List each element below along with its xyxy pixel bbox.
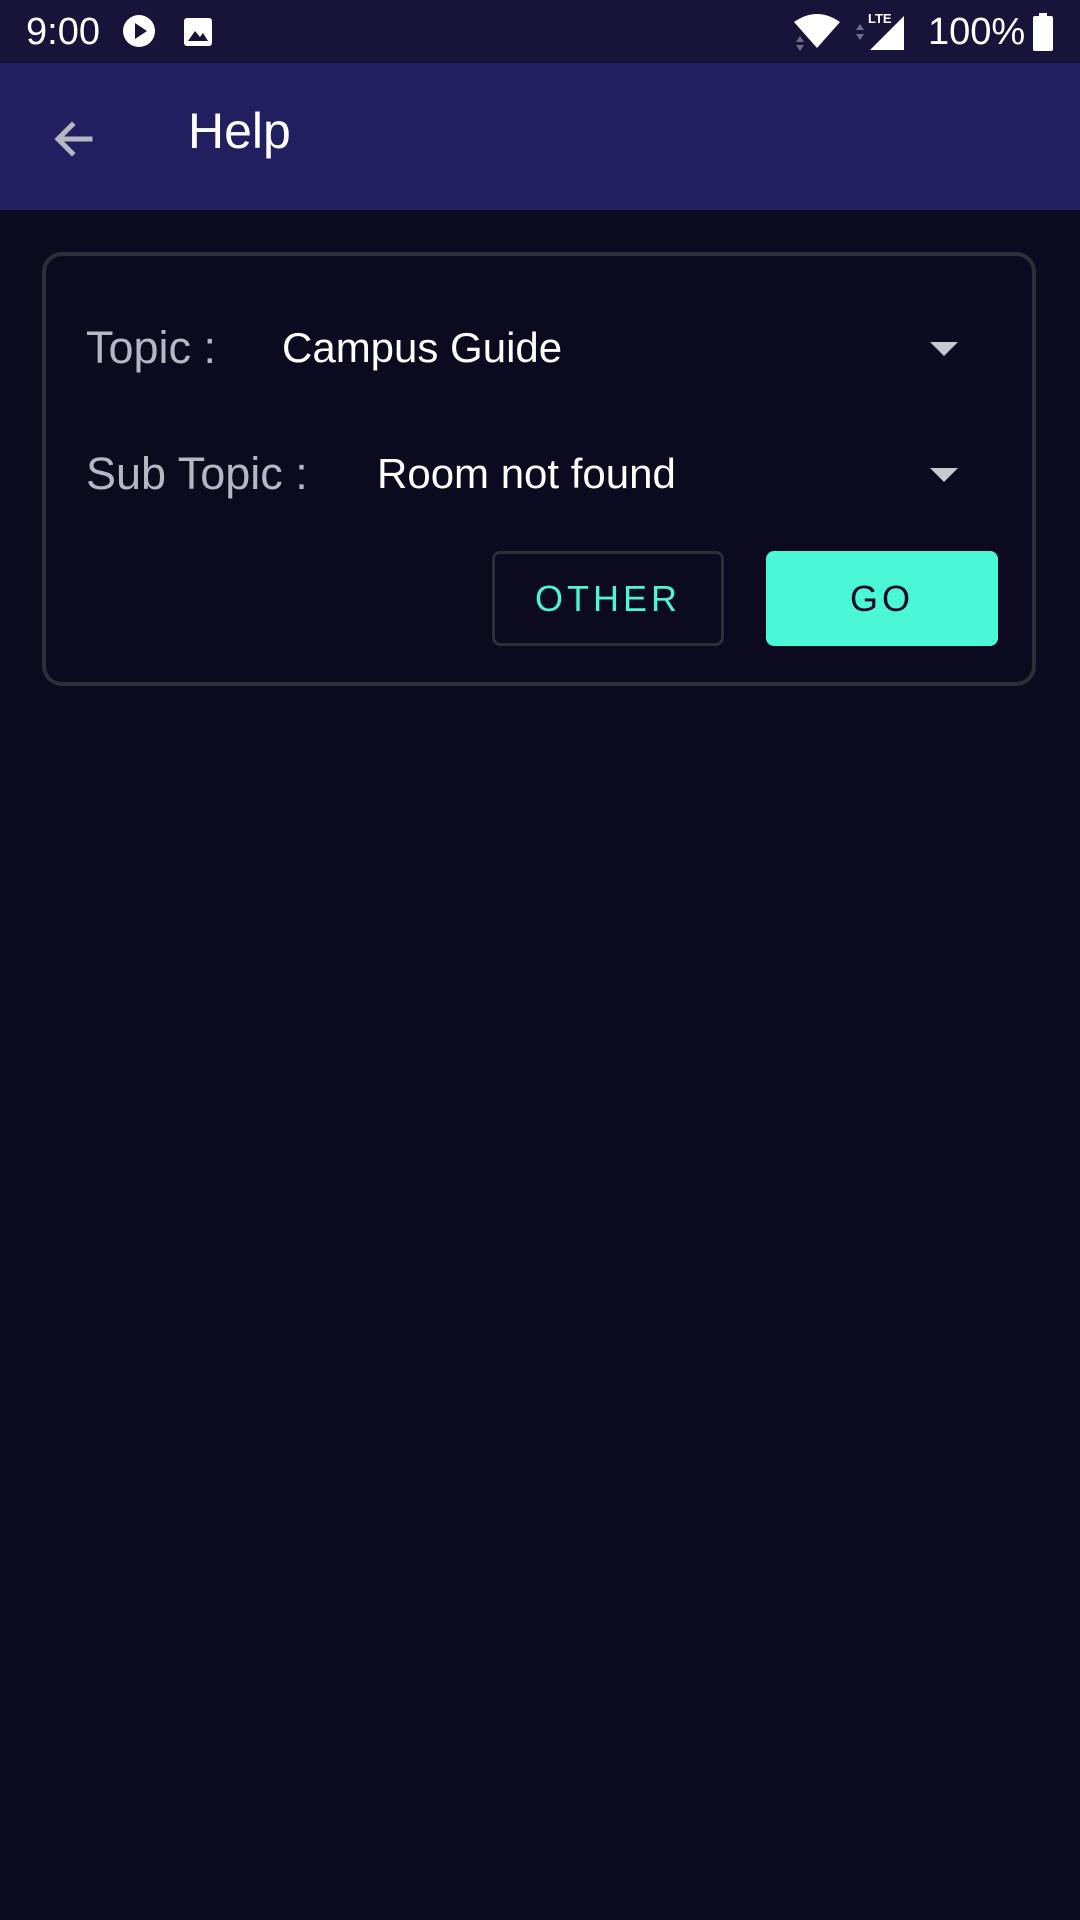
help-form-card: Topic : Campus Guide Sub Topic : Room no… — [42, 252, 1036, 686]
subtopic-dropdown[interactable]: Room not found — [371, 426, 1006, 522]
app-bar: Help — [0, 63, 1080, 210]
subtopic-row: Sub Topic : Room not found — [46, 426, 1032, 522]
page-title: Help — [188, 103, 291, 159]
arrow-left-icon — [54, 121, 93, 157]
play-icon — [123, 15, 155, 47]
dropdown-arrow-icon — [930, 342, 958, 356]
status-time: 9:00 — [26, 11, 100, 53]
status-bar: 9:00 LTE 100% — [0, 0, 1080, 63]
go-button[interactable]: GO — [766, 551, 998, 646]
dropdown-arrow-icon — [930, 468, 958, 482]
battery-icon — [1033, 13, 1053, 51]
other-button[interactable]: OTHER — [492, 551, 724, 646]
topic-dropdown[interactable]: Campus Guide — [276, 300, 1006, 396]
subtopic-selected-value: Room not found — [377, 450, 676, 497]
topic-selected-value: Campus Guide — [282, 324, 563, 371]
topic-label: Topic : — [86, 322, 217, 373]
subtopic-label: Sub Topic : — [86, 448, 308, 499]
back-button[interactable] — [40, 105, 108, 173]
topic-row: Topic : Campus Guide — [46, 300, 1032, 396]
lte-label: LTE — [868, 11, 892, 26]
wifi-icon — [794, 14, 840, 51]
image-icon — [184, 18, 212, 46]
battery-percentage: 100% — [928, 11, 1026, 53]
